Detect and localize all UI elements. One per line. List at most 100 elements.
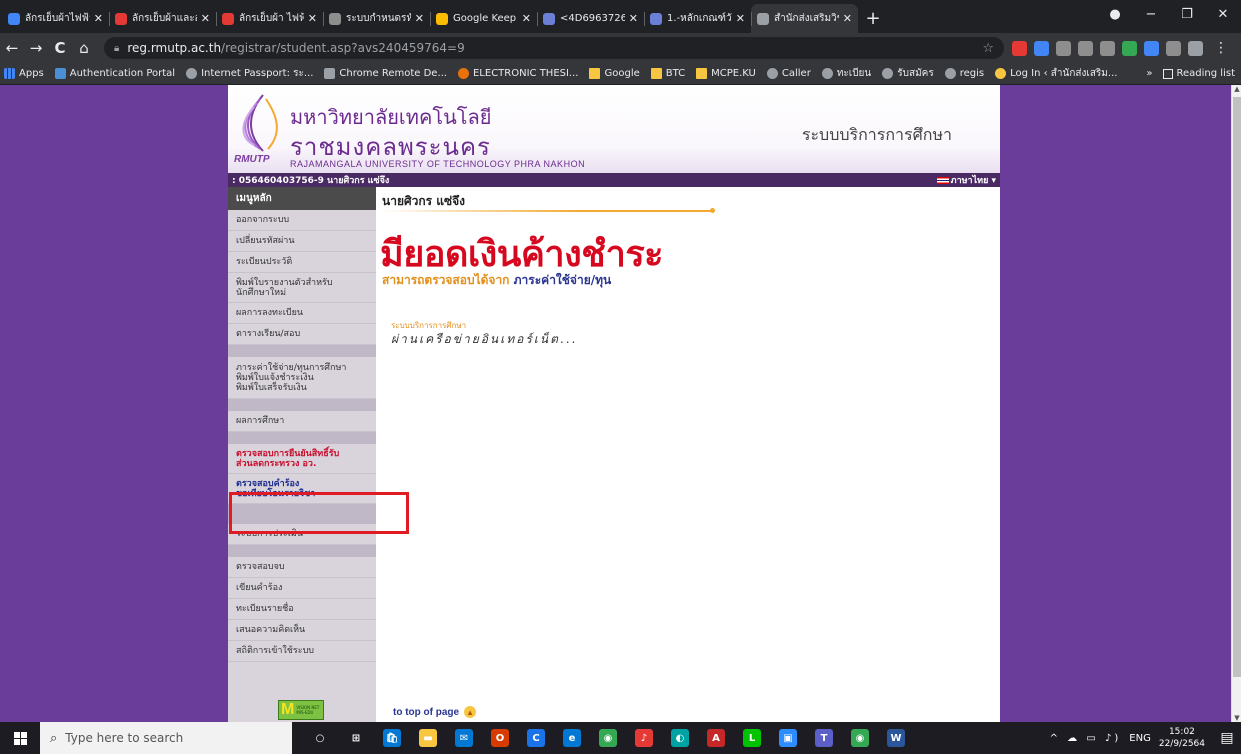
language-selector[interactable]: ภาษาไทย ▾ <box>936 173 996 187</box>
maximize-button[interactable]: ❐ <box>1169 7 1205 22</box>
bookmark-item[interactable]: Log In ‹ สำนักส่งเสริม... <box>995 66 1117 81</box>
extension-icon[interactable] <box>1078 40 1093 56</box>
extension-icon[interactable] <box>1012 40 1027 56</box>
bookmark-item[interactable]: Google <box>589 68 640 79</box>
bookmark-item[interactable]: Internet Passport: ระ... <box>186 66 313 81</box>
extension-icon[interactable] <box>1122 40 1137 56</box>
task-view-icon[interactable]: ⊞ <box>338 722 374 754</box>
reading-list-button[interactable]: Reading list <box>1177 68 1235 79</box>
input-language[interactable]: ENG <box>1129 733 1151 744</box>
sidebar-menu-item[interactable]: ผลการลงทะเบียน <box>228 303 376 324</box>
sidebar-menu-item[interactable]: ทะเบียนรายชื่อ <box>228 599 376 620</box>
more-bookmarks-button[interactable]: » <box>1146 68 1152 79</box>
bookmark-item[interactable]: BTC <box>650 68 685 79</box>
mail-icon[interactable]: ✉ <box>446 722 482 754</box>
page-scrollbar[interactable]: ▲ ▼ <box>1231 85 1241 722</box>
bookmark-item[interactable]: regis <box>944 68 984 79</box>
scroll-up-icon[interactable]: ▲ <box>1232 85 1241 93</box>
sidebar-menu-item[interactable]: สถิติการเข้าใช้ระบบ <box>228 641 376 662</box>
bookmark-item[interactable]: ELECTRONIC THESI... <box>457 68 578 79</box>
browser-tab[interactable]: 1.-หลักเกณฑ์วัดผลปร ✕ <box>644 4 751 33</box>
to-top-link[interactable]: to top of page ▲ <box>393 706 477 718</box>
browser-menu-icon[interactable]: ⋮ <box>1214 40 1228 56</box>
home-button[interactable]: ⌂ <box>72 39 96 57</box>
teams-icon[interactable]: T <box>806 722 842 754</box>
back-button[interactable]: ← <box>0 39 24 57</box>
tab-close-icon[interactable]: ✕ <box>94 12 103 25</box>
extension-icon[interactable] <box>1100 40 1115 56</box>
tab-close-icon[interactable]: ✕ <box>522 12 531 25</box>
chrome-icon[interactable]: ◉ <box>590 722 626 754</box>
tray-icons[interactable]: ^ ☁ ▭ ♪) <box>1050 733 1122 744</box>
extension-icon[interactable] <box>1056 40 1071 56</box>
sidebar-menu-item[interactable]: ตรวจสอบจบ <box>228 557 376 578</box>
tab-close-icon[interactable]: ✕ <box>415 12 424 25</box>
start-button[interactable] <box>0 722 40 754</box>
bookmark-item[interactable]: Apps <box>4 68 44 79</box>
line-icon[interactable]: L <box>734 722 770 754</box>
profile-icon[interactable]: ● <box>1097 7 1133 22</box>
browser-tab[interactable]: ลักรเย็บผ้าและอุปกรณ์ ✕ <box>109 4 216 33</box>
scroll-down-icon[interactable]: ▼ <box>1232 714 1241 722</box>
bookmark-item[interactable]: MCPE.KU <box>696 68 756 79</box>
menu-item-label: ออกจากระบบ <box>236 215 290 225</box>
sidebar-menu-item[interactable]: ระเบียนประวัติ <box>228 252 376 273</box>
extension-icon[interactable] <box>1144 40 1159 56</box>
app-teal-icon[interactable]: ◐ <box>662 722 698 754</box>
browser-tab[interactable]: ระบบกำหนดรหัสประจำ ✕ <box>323 4 430 33</box>
sidebar-menu-item[interactable]: พิมพ์ใบรายงานตัวสำหรับ นักศึกษาใหม่ <box>228 273 376 303</box>
sidebar-menu-item[interactable]: เปลี่ยนรหัสผ่าน <box>228 231 376 252</box>
bookmark-star-icon[interactable]: ☆ <box>982 41 994 56</box>
sidebar-menu-item[interactable]: ผลการศึกษา <box>228 411 376 432</box>
bookmark-item[interactable]: ทะเบียน <box>821 66 871 81</box>
browser-tab[interactable]: ลักรเย็บผ้า ไฟฟ้า มินิ ✕ <box>216 4 323 33</box>
file-explorer-icon[interactable]: ▬ <box>410 722 446 754</box>
menu-header: เมนูหลัก <box>228 187 376 210</box>
taskbar-search-box[interactable]: ⌕ Type here to search <box>40 722 292 754</box>
new-tab-button[interactable]: + <box>858 4 888 33</box>
app-red-icon[interactable]: ♪ <box>626 722 662 754</box>
registrar-site: RMUTP มหาวิทยาลัยเทคโนโลยี ราชมงคลพระนคร… <box>228 85 1000 722</box>
tab-close-icon[interactable]: ✕ <box>736 12 745 25</box>
extension-icon[interactable] <box>1034 40 1049 56</box>
browser-tab[interactable]: ลักรเย็บผ้าไฟฟ้า - ค้น ✕ <box>2 4 109 33</box>
bookmark-item[interactable]: Chrome Remote De... <box>324 68 447 79</box>
notification-center-icon[interactable]: ▤ <box>1213 730 1241 746</box>
minimize-button[interactable]: − <box>1133 7 1169 22</box>
extension-icon[interactable] <box>1166 40 1181 56</box>
tab-close-icon[interactable]: ✕ <box>629 12 638 25</box>
sidebar-menu-item[interactable]: ออกจากระบบ <box>228 210 376 231</box>
sidebar-menu-item[interactable]: เสนอความคิดเห็น <box>228 620 376 641</box>
scrollbar-thumb[interactable] <box>1233 97 1241 677</box>
close-button[interactable]: ✕ <box>1205 7 1241 22</box>
bookmark-item[interactable]: Caller <box>766 68 811 79</box>
edge-icon[interactable]: e <box>554 722 590 754</box>
word-icon[interactable]: W <box>878 722 914 754</box>
tab-close-icon[interactable]: ✕ <box>843 12 852 25</box>
sidebar-menu-item[interactable]: ตรวจสอบการยืนยันสิทธิ์รับ ส่วนลดกระทรวง อ… <box>228 444 376 474</box>
extension-icon[interactable] <box>1188 40 1203 56</box>
chrome-profile-icon[interactable]: ◉ <box>842 722 878 754</box>
browser-tab[interactable]: <4D6963726F736 ✕ <box>537 4 644 33</box>
acrobat-icon[interactable]: A <box>698 722 734 754</box>
bookmark-item[interactable]: Authentication Portal <box>54 68 175 79</box>
office-icon[interactable]: O <box>482 722 518 754</box>
bookmark-item[interactable]: รับสมัคร <box>882 66 934 81</box>
sidebar-menu-item[interactable]: ตารางเรียน/สอบ <box>228 324 376 345</box>
store-icon[interactable]: 🛍 <box>374 722 410 754</box>
tab-title: ระบบกำหนดรหัสประจำ <box>346 13 411 24</box>
browser-tab[interactable]: สำนักส่งเสริมวิชาการแ ✕ <box>751 4 858 33</box>
reload-button[interactable]: C <box>48 39 72 57</box>
expenses-link[interactable]: ภาระค่าใช้จ่าย/ทุน <box>514 273 612 287</box>
clock[interactable]: 15:02 22/9/2564 <box>1159 726 1205 750</box>
chrome-alt-icon[interactable]: C <box>518 722 554 754</box>
address-bar[interactable]: 🔒︎ reg.rmutp.ac.th /registrar/student.as… <box>104 37 1004 59</box>
zoom-icon[interactable]: ▣ <box>770 722 806 754</box>
forward-button[interactable]: → <box>24 39 48 57</box>
sidebar-menu-item[interactable]: เขียนคำร้อง <box>228 578 376 599</box>
tab-close-icon[interactable]: ✕ <box>201 12 210 25</box>
cortana-icon[interactable]: ○ <box>302 722 338 754</box>
sidebar-menu-item[interactable]: ภาระค่าใช้จ่าย/ทุนการศึกษา พิมพ์ใบแจ้งชำร… <box>228 357 376 399</box>
browser-tab[interactable]: Google Keep ✕ <box>430 4 537 33</box>
tab-close-icon[interactable]: ✕ <box>308 12 317 25</box>
